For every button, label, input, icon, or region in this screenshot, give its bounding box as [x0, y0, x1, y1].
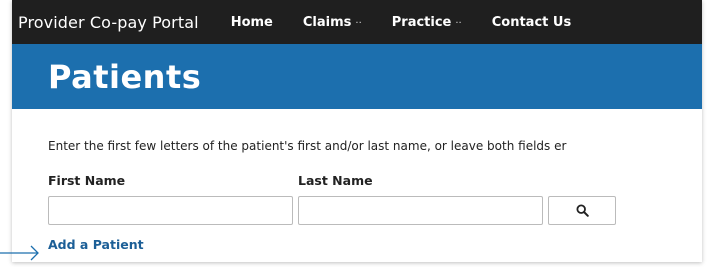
search-instructions: Enter the first few letters of the patie… [48, 139, 567, 153]
page-title: Patients [48, 57, 202, 96]
nav-practice-label: Practice [391, 14, 452, 30]
nav-claims[interactable]: Claims ·· [303, 15, 362, 30]
nav-home[interactable]: Home [231, 15, 273, 30]
chevron-down-icon: ·· [455, 17, 462, 29]
last-name-label: Last Name [298, 173, 373, 188]
nav-practice[interactable]: Practice ·· [392, 15, 462, 30]
chevron-down-icon: ·· [355, 17, 362, 29]
page-title-bar: Patients [12, 44, 702, 109]
search-icon [575, 204, 589, 217]
first-name-input[interactable] [48, 196, 293, 225]
search-button[interactable] [548, 196, 616, 225]
pointer-arrow-icon [0, 245, 39, 261]
patient-search-panel: Enter the first few letters of the patie… [12, 109, 702, 262]
nav-home-label: Home [230, 14, 273, 30]
nav-claims-label: Claims [302, 14, 352, 30]
app-title: Provider Co-pay Portal [18, 12, 199, 32]
top-navigation-bar: Provider Co-pay Portal Home Claims ·· Pra… [12, 0, 702, 44]
portal-window: Provider Co-pay Portal Home Claims ·· Pra… [12, 0, 702, 262]
nav-contact-us[interactable]: Contact Us [492, 15, 571, 30]
nav-contact-us-label: Contact Us [491, 14, 572, 30]
first-name-label: First Name [48, 173, 126, 188]
last-name-input[interactable] [298, 196, 543, 225]
add-patient-link[interactable]: Add a Patient [48, 237, 144, 252]
